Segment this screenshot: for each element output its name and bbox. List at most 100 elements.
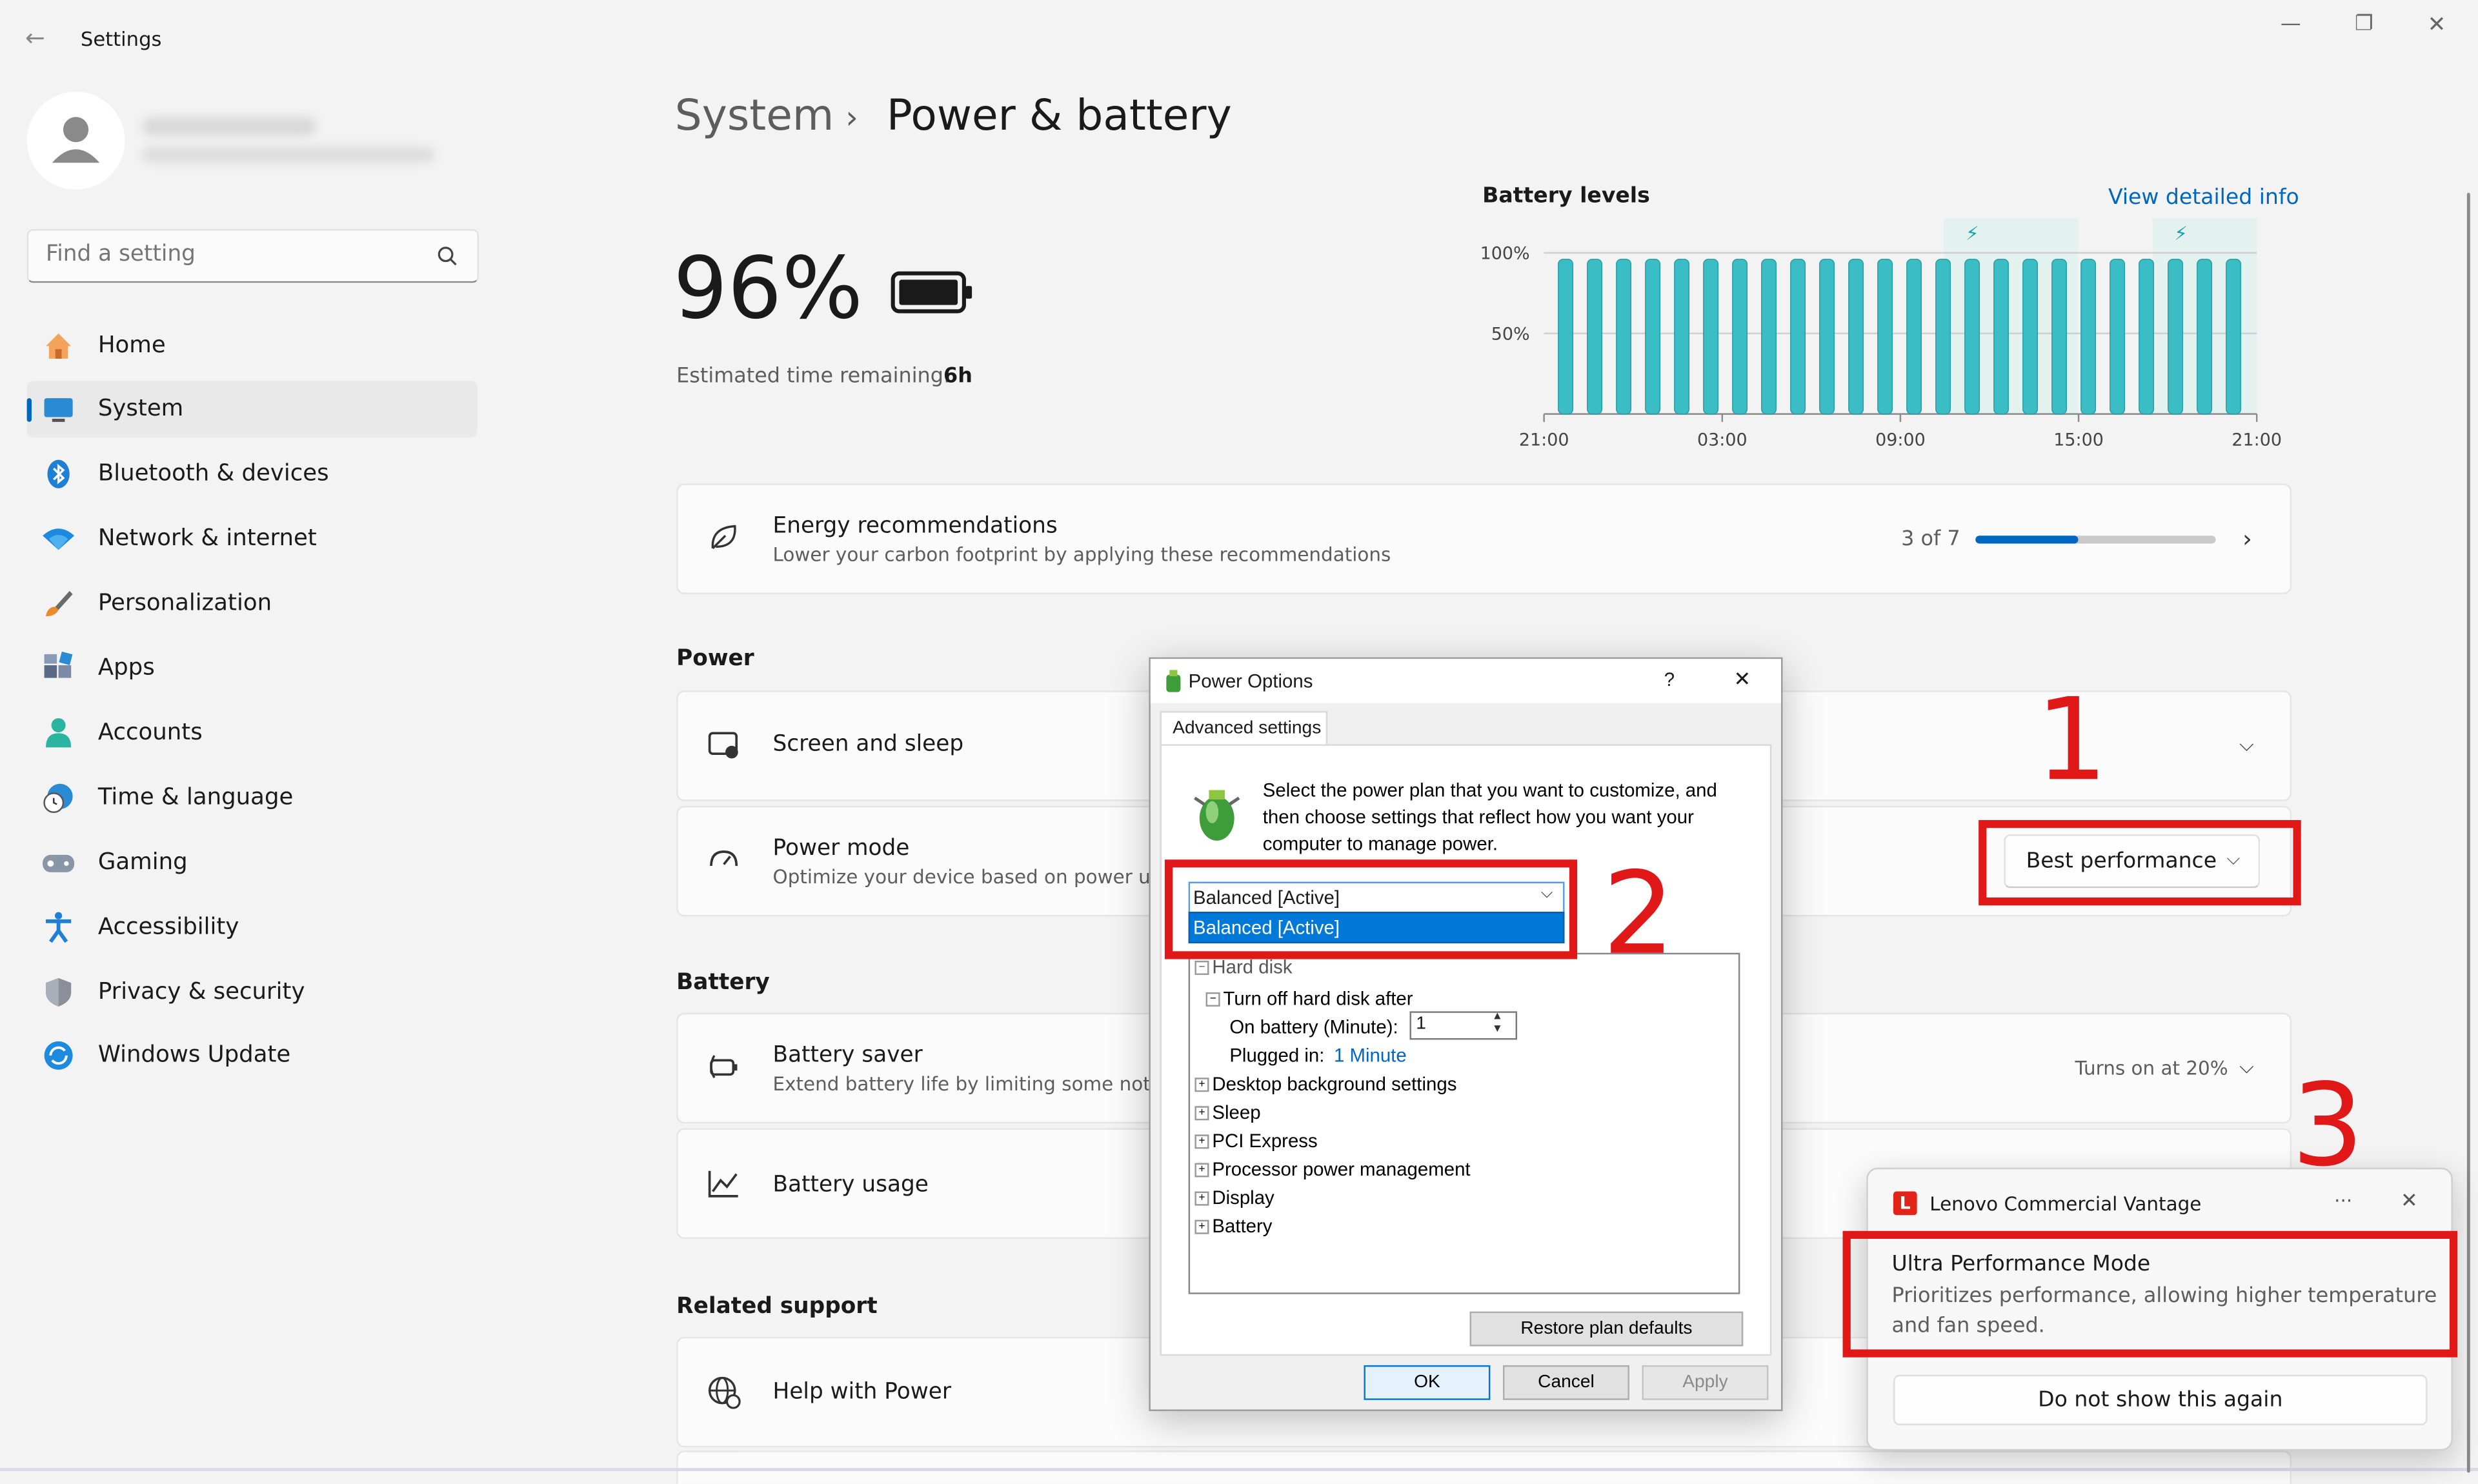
more-options-icon[interactable]: ··· <box>2334 1190 2352 1212</box>
battery-plan-icon <box>1194 790 1240 841</box>
dialog-close-icon[interactable]: ✕ <box>1734 667 1751 692</box>
battery-bar <box>1877 259 1893 415</box>
next-card-partial <box>676 1450 2292 1484</box>
view-detailed-info-link[interactable]: View detailed info <box>2108 185 2299 210</box>
tree-item[interactable]: + Sleep <box>1194 1101 1261 1123</box>
sidebar-item-label: Privacy & security <box>97 979 305 1005</box>
chevron-right-icon: › <box>2242 525 2252 554</box>
sidebar-item-label: Bluetooth & devices <box>97 461 329 487</box>
sidebar-item-personalization[interactable]: Personalization <box>27 575 478 632</box>
sidebar-item-gaming[interactable]: Gaming <box>27 834 478 891</box>
chart-icon <box>708 1170 738 1198</box>
sidebar-item-system[interactable]: System <box>26 381 478 438</box>
toast-app-name: Lenovo Commercial Vantage <box>1929 1192 2202 1216</box>
back-arrow-icon[interactable]: ← <box>25 24 45 52</box>
gamepad-icon <box>43 854 75 872</box>
on-battery-value: 1 <box>1416 1014 1426 1034</box>
update-icon <box>44 1041 73 1070</box>
search-icon[interactable] <box>436 245 458 267</box>
battery-bar <box>1848 259 1864 415</box>
tree-item[interactable]: + Processor power management <box>1194 1158 1471 1180</box>
help-button[interactable]: ? <box>1664 668 1675 690</box>
profile-email-blurred <box>142 146 435 163</box>
estimated-time-value: 6h <box>943 365 972 389</box>
close-icon[interactable]: ✕ <box>2428 13 2446 38</box>
battery-bar <box>1616 259 1632 415</box>
home-icon <box>46 333 72 359</box>
battery-bar <box>1558 259 1574 415</box>
tree-item-plugged-in-label: Plugged in: <box>1229 1044 1325 1067</box>
battery-bar <box>2051 259 2068 415</box>
x-tick-label: 21:00 <box>1519 430 1569 450</box>
battery-bar <box>2110 259 2126 415</box>
sidebar-item-accounts[interactable]: Accounts <box>27 705 478 761</box>
on-battery-spinner[interactable]: 1 ▲ ▼ <box>1409 1011 1518 1040</box>
battery-percent: 96% <box>673 238 863 339</box>
spinner-arrows-icon[interactable]: ▲ ▼ <box>1492 1011 1503 1036</box>
sidebar-item-windows-update[interactable]: Windows Update <box>27 1027 478 1084</box>
sidebar-item-apps[interactable]: Apps <box>27 640 478 697</box>
battery-bar <box>2022 259 2039 415</box>
estimated-time-label: Estimated time remaining: <box>676 365 951 389</box>
do-not-show-again-button[interactable]: Do not show this again <box>1893 1374 2428 1425</box>
tree-item[interactable]: + Display <box>1194 1187 1274 1208</box>
ok-button[interactable]: OK <box>1364 1365 1491 1400</box>
brush-icon <box>46 590 73 617</box>
scrollbar[interactable] <box>2466 192 2470 1473</box>
bottom-divider <box>0 1468 2478 1472</box>
tab-advanced-settings[interactable]: Advanced settings <box>1160 711 1328 746</box>
sidebar-item-time-language[interactable]: Time & language <box>27 770 478 827</box>
search-box[interactable] <box>26 229 479 283</box>
chevron-down-icon[interactable]: ⌵ <box>2239 733 2253 757</box>
tree-item-on-battery-label: On battery (Minute): <box>1229 1016 1398 1038</box>
settings-tree[interactable]: − Hard disk − Turn off hard disk after On … <box>1188 952 1740 1294</box>
energy-title: Energy recommendations <box>772 513 1058 539</box>
tree-item[interactable]: + Battery <box>1194 1215 1272 1238</box>
minimize-icon[interactable]: — <box>2281 13 2301 37</box>
battery-bar <box>2139 259 2155 415</box>
battery-saver-title: Battery saver <box>772 1043 923 1068</box>
screen-sleep-title: Screen and sleep <box>772 731 964 757</box>
battery-bar <box>1935 259 1951 415</box>
battery-saver-subtitle: Extend battery life by limiting some not… <box>772 1072 1190 1096</box>
sidebar-item-label: Accessibility <box>97 914 239 941</box>
dialog-titlebar: Power Options ? ✕ <box>1150 659 1782 703</box>
battery-levels-chart: 100% 50% ⚡ ⚡ 21:00 03:00 09:00 15:00 21:00 <box>1480 217 2282 450</box>
sidebar-item-privacy[interactable]: Privacy & security <box>27 964 478 1021</box>
energy-recommendations-card[interactable]: Energy recommendations Lower your carbon… <box>676 483 2292 594</box>
tree-item[interactable]: + PCI Express <box>1194 1130 1318 1152</box>
search-input[interactable] <box>43 240 428 269</box>
sidebar-item-bluetooth[interactable]: Bluetooth & devices <box>27 446 478 503</box>
charging-bolt-icon: ⚡ <box>1966 223 1979 245</box>
restore-icon[interactable]: ❐ <box>2355 13 2373 37</box>
sidebar-item-home[interactable]: Home <box>27 317 478 374</box>
plugged-in-value-link[interactable]: 1 Minute <box>1334 1045 1407 1067</box>
y-tick-label: 100% <box>1480 244 1530 264</box>
sidebar-item-label: Apps <box>97 656 155 681</box>
cancel-button[interactable]: Cancel <box>1502 1365 1629 1400</box>
sidebar-item-accessibility[interactable]: Accessibility <box>27 899 478 956</box>
breadcrumb-parent[interactable]: System <box>675 92 834 141</box>
tree-item-turn-off[interactable]: − Turn off hard disk after <box>1205 988 1413 1010</box>
restore-plan-defaults-button[interactable]: Restore plan defaults <box>1469 1311 1744 1347</box>
y-tick-label: 50% <box>1491 325 1530 345</box>
battery-bar <box>1732 259 1748 415</box>
settings-window: ← Settings — ❐ ✕ Home System Bluetooth &… <box>0 0 2478 1484</box>
dialog-description: Select the power plan that you want to c… <box>1262 779 1717 855</box>
apply-button[interactable]: Apply <box>1642 1365 1769 1400</box>
sidebar-item-network[interactable]: Network & internet <box>27 510 478 567</box>
charging-bolt-icon: ⚡ <box>2174 223 2188 245</box>
battery-bar <box>1819 259 1835 415</box>
x-tick-label: 15:00 <box>2053 430 2104 450</box>
sidebar-item-label: Accounts <box>97 720 203 746</box>
leaf-icon <box>711 525 736 550</box>
avatar[interactable] <box>26 92 125 190</box>
chevron-down-icon[interactable]: ⌵ <box>2239 1056 2253 1079</box>
power-mode-icon <box>710 850 738 867</box>
globe-help-icon <box>708 1376 741 1409</box>
toast-close-icon[interactable]: ✕ <box>2401 1190 2418 1214</box>
tree-item-hard-disk[interactable]: − Hard disk <box>1194 956 1293 978</box>
dialog-panel: Select the power plan that you want to c… <box>1160 744 1772 1356</box>
tree-item[interactable]: + Desktop background settings <box>1194 1073 1456 1095</box>
related-support-title: Related support <box>676 1294 878 1319</box>
